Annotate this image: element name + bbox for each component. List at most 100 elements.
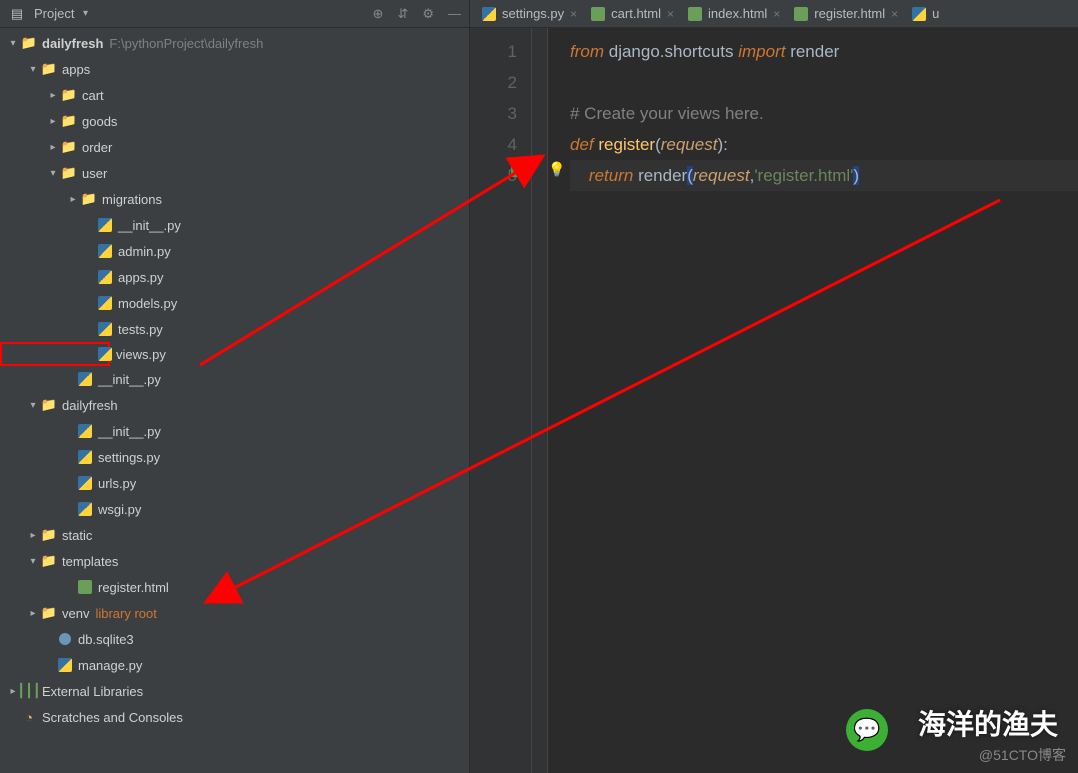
tree-file[interactable]: admin.py bbox=[0, 238, 469, 264]
scratches-consoles[interactable]: ◔ Scratches and Consoles bbox=[0, 704, 469, 730]
tree-folder-cart[interactable]: ▸ 📁 cart bbox=[0, 82, 469, 108]
tree-folder-templates[interactable]: ▾ 📁 templates bbox=[0, 548, 469, 574]
folder-label: cart bbox=[82, 88, 104, 103]
tab-label: settings.py bbox=[502, 6, 564, 21]
file-label: __init__.py bbox=[118, 218, 181, 233]
tree-folder-order[interactable]: ▸ 📁 order bbox=[0, 134, 469, 160]
project-title: Project bbox=[34, 6, 74, 21]
hide-icon[interactable]: — bbox=[448, 6, 461, 22]
project-tree[interactable]: ▾ 📁 dailyfresh F:\pythonProject\dailyfre… bbox=[0, 28, 469, 773]
sidebar-header: ▤ Project ▾ ⊕ ⇵ ⚙ — bbox=[0, 0, 469, 28]
tree-file-register-html[interactable]: register.html bbox=[0, 574, 469, 600]
folder-label: templates bbox=[62, 554, 118, 569]
chevron-down-icon: ▾ bbox=[26, 400, 40, 411]
chevron-right-icon: ▸ bbox=[46, 90, 60, 101]
tab-label: register.html bbox=[814, 6, 885, 21]
python-file-icon bbox=[78, 424, 92, 438]
file-label: apps.py bbox=[118, 270, 164, 285]
tree-file[interactable]: __init__.py bbox=[0, 418, 469, 444]
folder-icon: 📁 bbox=[40, 397, 58, 413]
close-icon[interactable]: × bbox=[570, 7, 577, 21]
folder-icon: 📁 bbox=[20, 35, 38, 51]
tab-register[interactable]: register.html × bbox=[786, 1, 904, 27]
gear-icon[interactable]: ⚙ bbox=[422, 6, 434, 22]
file-label: settings.py bbox=[98, 450, 160, 465]
file-label: db.sqlite3 bbox=[78, 632, 134, 647]
library-root-label: library root bbox=[95, 606, 156, 621]
python-file-icon bbox=[912, 7, 926, 21]
folder-icon: 📁 bbox=[40, 605, 58, 621]
folder-label: goods bbox=[82, 114, 117, 129]
collapse-icon[interactable]: ⇵ bbox=[397, 6, 408, 22]
external-libraries[interactable]: ▸ ┃┃┃ External Libraries bbox=[0, 678, 469, 704]
html-gutter-badge: H bbox=[511, 165, 524, 177]
db-file-icon bbox=[58, 632, 72, 646]
tree-file-manage[interactable]: manage.py bbox=[0, 652, 469, 678]
tree-folder-venv[interactable]: ▸ 📁 venv library root bbox=[0, 600, 469, 626]
tree-folder-user[interactable]: ▾ 📁 user bbox=[0, 160, 469, 186]
folder-icon: 📁 bbox=[60, 113, 78, 129]
close-icon[interactable]: × bbox=[891, 7, 898, 21]
tree-file[interactable]: models.py bbox=[0, 290, 469, 316]
folder-icon: 📁 bbox=[60, 139, 78, 155]
tab-cart[interactable]: cart.html× bbox=[583, 1, 680, 27]
tab-label: u bbox=[932, 6, 939, 21]
root-path: F:\pythonProject\dailyfresh bbox=[109, 36, 263, 51]
folder-icon: 📁 bbox=[40, 553, 58, 569]
tree-folder-dailyfresh[interactable]: ▾ 📁 dailyfresh bbox=[0, 392, 469, 418]
chevron-right-icon: ▸ bbox=[26, 608, 40, 619]
code-content[interactable]: from django.shortcuts import render # Cr… bbox=[548, 28, 1078, 773]
code-line: from django.shortcuts import render bbox=[570, 36, 1078, 67]
tree-file[interactable]: settings.py bbox=[0, 444, 469, 470]
target-icon[interactable]: ⊕ bbox=[373, 6, 384, 22]
fold-gutter[interactable] bbox=[532, 28, 548, 773]
project-sidebar: ▤ Project ▾ ⊕ ⇵ ⚙ — ▾ 📁 dailyfresh F:\py… bbox=[0, 0, 470, 773]
python-file-icon bbox=[78, 476, 92, 490]
tree-folder-static[interactable]: ▸ 📁 static bbox=[0, 522, 469, 548]
python-file-icon bbox=[58, 658, 72, 672]
tree-root[interactable]: ▾ 📁 dailyfresh F:\pythonProject\dailyfre… bbox=[0, 30, 469, 56]
tree-folder-goods[interactable]: ▸ 📁 goods bbox=[0, 108, 469, 134]
html-file-icon bbox=[591, 7, 605, 21]
file-label: urls.py bbox=[98, 476, 136, 491]
close-icon[interactable]: × bbox=[667, 7, 674, 21]
folder-icon: 📁 bbox=[40, 61, 58, 77]
python-file-icon bbox=[98, 218, 112, 232]
python-file-icon bbox=[98, 347, 112, 361]
tree-file-db[interactable]: db.sqlite3 bbox=[0, 626, 469, 652]
file-label: admin.py bbox=[118, 244, 171, 259]
tree-file[interactable]: wsgi.py bbox=[0, 496, 469, 522]
html-file-icon bbox=[78, 580, 92, 594]
chevron-down-icon: ▾ bbox=[26, 556, 40, 567]
tree-folder-apps[interactable]: ▾ 📁 apps bbox=[0, 56, 469, 82]
tab-settings[interactable]: settings.py × bbox=[474, 1, 583, 27]
tree-folder-migrations[interactable]: ▸ 📁 migrations bbox=[0, 186, 469, 212]
chevron-right-icon: ▸ bbox=[66, 194, 80, 205]
tree-file[interactable]: tests.py bbox=[0, 316, 469, 342]
tree-file[interactable]: __init__.py bbox=[0, 366, 469, 392]
file-label: wsgi.py bbox=[98, 502, 141, 517]
folder-icon: 📁 bbox=[60, 165, 78, 181]
libraries-icon: ┃┃┃ bbox=[20, 683, 38, 699]
folder-icon: 📁 bbox=[80, 191, 98, 207]
ext-lib-label: External Libraries bbox=[42, 684, 143, 699]
code-editor[interactable]: 12345 from django.shortcuts import rende… bbox=[470, 28, 1078, 773]
html-file-icon bbox=[688, 7, 702, 21]
tab-index[interactable]: index.html × bbox=[680, 1, 786, 27]
project-selector[interactable]: ▤ Project ▾ bbox=[8, 6, 92, 22]
chevron-right-icon: ▸ bbox=[46, 116, 60, 127]
intention-bulb-icon[interactable]: 💡 bbox=[548, 161, 565, 178]
python-file-icon bbox=[98, 270, 112, 284]
tree-file[interactable]: __init__.py bbox=[0, 212, 469, 238]
tree-file-views-highlighted[interactable]: views.py bbox=[0, 342, 110, 366]
code-line: def register(request): bbox=[570, 129, 1078, 160]
tab-label: index.html bbox=[708, 6, 767, 21]
python-file-icon bbox=[78, 502, 92, 516]
code-line bbox=[570, 67, 1078, 98]
tab-partial[interactable]: u bbox=[904, 1, 945, 27]
tree-file[interactable]: urls.py bbox=[0, 470, 469, 496]
tree-file[interactable]: apps.py bbox=[0, 264, 469, 290]
file-label: __init__.py bbox=[98, 372, 161, 387]
close-icon[interactable]: × bbox=[773, 7, 780, 21]
python-file-icon bbox=[78, 372, 92, 386]
